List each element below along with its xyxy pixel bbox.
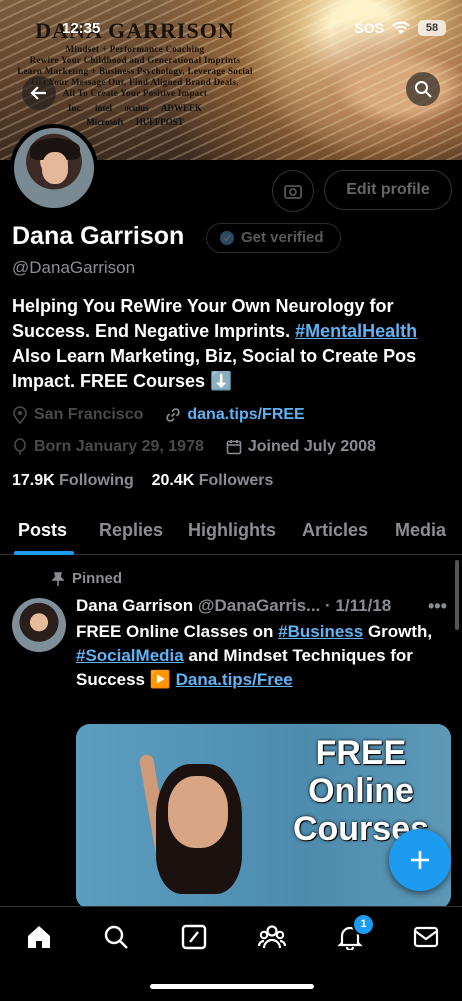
status-bar: SOS 58 — [354, 20, 446, 36]
tab-posts[interactable]: Posts — [18, 520, 67, 541]
bio-text: Also Learn Marketing, Biz, Social to Cre… — [12, 346, 417, 391]
balloon-icon — [14, 438, 26, 455]
search-icon — [415, 81, 432, 98]
hashtag-link[interactable]: #Business — [278, 622, 363, 641]
banner-title: DANA GARRISON — [35, 18, 235, 43]
active-tab-indicator — [14, 551, 74, 555]
media-button[interactable] — [272, 170, 314, 212]
followers-label: Followers — [198, 472, 274, 489]
notification-badge: 1 — [352, 913, 375, 936]
banner-line: Rewire Your Childhood and Generational I… — [29, 55, 241, 65]
profile-avatar[interactable] — [10, 124, 98, 212]
following-label: Following — [59, 472, 134, 489]
website-link[interactable]: dana.tips/FREE — [187, 406, 304, 424]
search-button[interactable] — [406, 72, 440, 106]
link-icon — [166, 408, 181, 422]
location-text: San Francisco — [34, 406, 144, 423]
back-button[interactable] — [22, 76, 56, 110]
logo-oculus: oculus — [124, 103, 149, 113]
banner-text: DANA GARRISON Mindset + Performance Coac… — [0, 18, 270, 127]
image-person — [128, 753, 278, 909]
followers-link[interactable]: 20.4K Followers — [152, 472, 274, 489]
more-icon: ••• — [428, 596, 447, 616]
post-handle: @DanaGarris... — [197, 596, 321, 615]
communities-icon — [258, 925, 286, 949]
banner-line: Mindset + Performance Coaching — [65, 44, 205, 54]
hashtag-link[interactable]: #MentalHealth — [295, 321, 417, 341]
home-indicator — [150, 984, 314, 989]
get-verified-button[interactable]: Get verified — [206, 223, 341, 253]
nav-notifications[interactable]: 1 — [332, 913, 375, 955]
post-avatar[interactable] — [12, 598, 66, 652]
plus-icon — [411, 851, 429, 869]
joined-date: Joined July 2008 — [247, 438, 376, 455]
post-text: FREE Online Classes on #Business Growth,… — [76, 620, 446, 692]
camera-icon — [284, 185, 302, 199]
post-more-button[interactable]: ••• — [428, 596, 447, 617]
follow-counts: 17.9K Following 20.4K Followers — [12, 472, 273, 490]
logo-inc: Inc. — [67, 103, 83, 113]
post-text-part: Growth, — [363, 622, 433, 641]
post-header: Dana Garrison @DanaGarris... · 1/11/18 — [76, 596, 391, 616]
following-link[interactable]: 17.9K Following — [12, 472, 134, 489]
sos-indicator: SOS — [354, 20, 384, 36]
tab-articles[interactable]: Articles — [302, 520, 368, 541]
pinned-text: Pinned — [72, 570, 123, 587]
logo-adweek: ADWEEK — [161, 103, 203, 113]
profile-name: Dana Garrison — [12, 222, 185, 250]
profile-handle: @DanaGarrison — [12, 258, 136, 277]
post-date: · 1/11/18 — [325, 596, 392, 615]
profile-meta-row: Born January 29, 1978 Joined July 2008 — [12, 438, 376, 456]
tab-replies[interactable]: Replies — [99, 520, 163, 541]
birthday-text: Born January 29, 1978 — [34, 438, 204, 455]
tab-media[interactable]: Media — [395, 520, 446, 541]
nav-grok[interactable] — [176, 919, 212, 955]
pinned-label: Pinned — [52, 570, 122, 587]
search-icon — [104, 925, 128, 949]
location-icon — [13, 406, 27, 424]
nav-messages[interactable] — [408, 919, 444, 955]
followers-count: 20.4K — [151, 472, 195, 489]
following-count: 17.9K — [12, 472, 55, 489]
profile-tabs: Posts Replies Highlights Articles Media — [0, 508, 462, 555]
mail-icon — [413, 926, 439, 948]
calendar-icon — [226, 440, 242, 455]
wifi-icon — [392, 21, 410, 34]
scrollbar[interactable] — [455, 560, 459, 630]
logo-microsoft: Microsoft — [86, 117, 124, 127]
pin-icon — [52, 571, 64, 586]
compose-fab-button[interactable] — [389, 829, 451, 891]
hashtag-link[interactable]: #SocialMedia — [76, 646, 184, 665]
post-text-part: FREE Online Classes on — [76, 622, 279, 641]
profile-bio: Helping You ReWire Your Own Neurology fo… — [12, 294, 452, 394]
nav-communities[interactable] — [254, 919, 290, 955]
logo-huffpost: HUFFPOST — [135, 117, 184, 127]
home-icon — [28, 926, 50, 948]
profile-meta-row: San Francisco dana.tips/FREE — [12, 406, 305, 424]
battery-indicator: 58 — [418, 20, 446, 36]
compose-icon — [181, 924, 207, 950]
back-icon — [30, 86, 46, 100]
status-time: 12:35 — [62, 20, 101, 37]
post-author[interactable]: Dana Garrison — [76, 596, 193, 615]
nav-home[interactable] — [21, 919, 57, 955]
verified-icon — [220, 231, 234, 245]
post-image[interactable]: FREE Online Courses — [76, 724, 451, 909]
nav-search[interactable] — [98, 919, 134, 955]
edit-profile-button[interactable]: Edit profile — [324, 170, 452, 210]
get-verified-label: Get verified — [241, 229, 324, 246]
logo-intel: intel — [94, 103, 112, 113]
tab-highlights[interactable]: Highlights — [188, 520, 276, 541]
post-link[interactable]: Dana.tips/Free — [176, 670, 293, 689]
